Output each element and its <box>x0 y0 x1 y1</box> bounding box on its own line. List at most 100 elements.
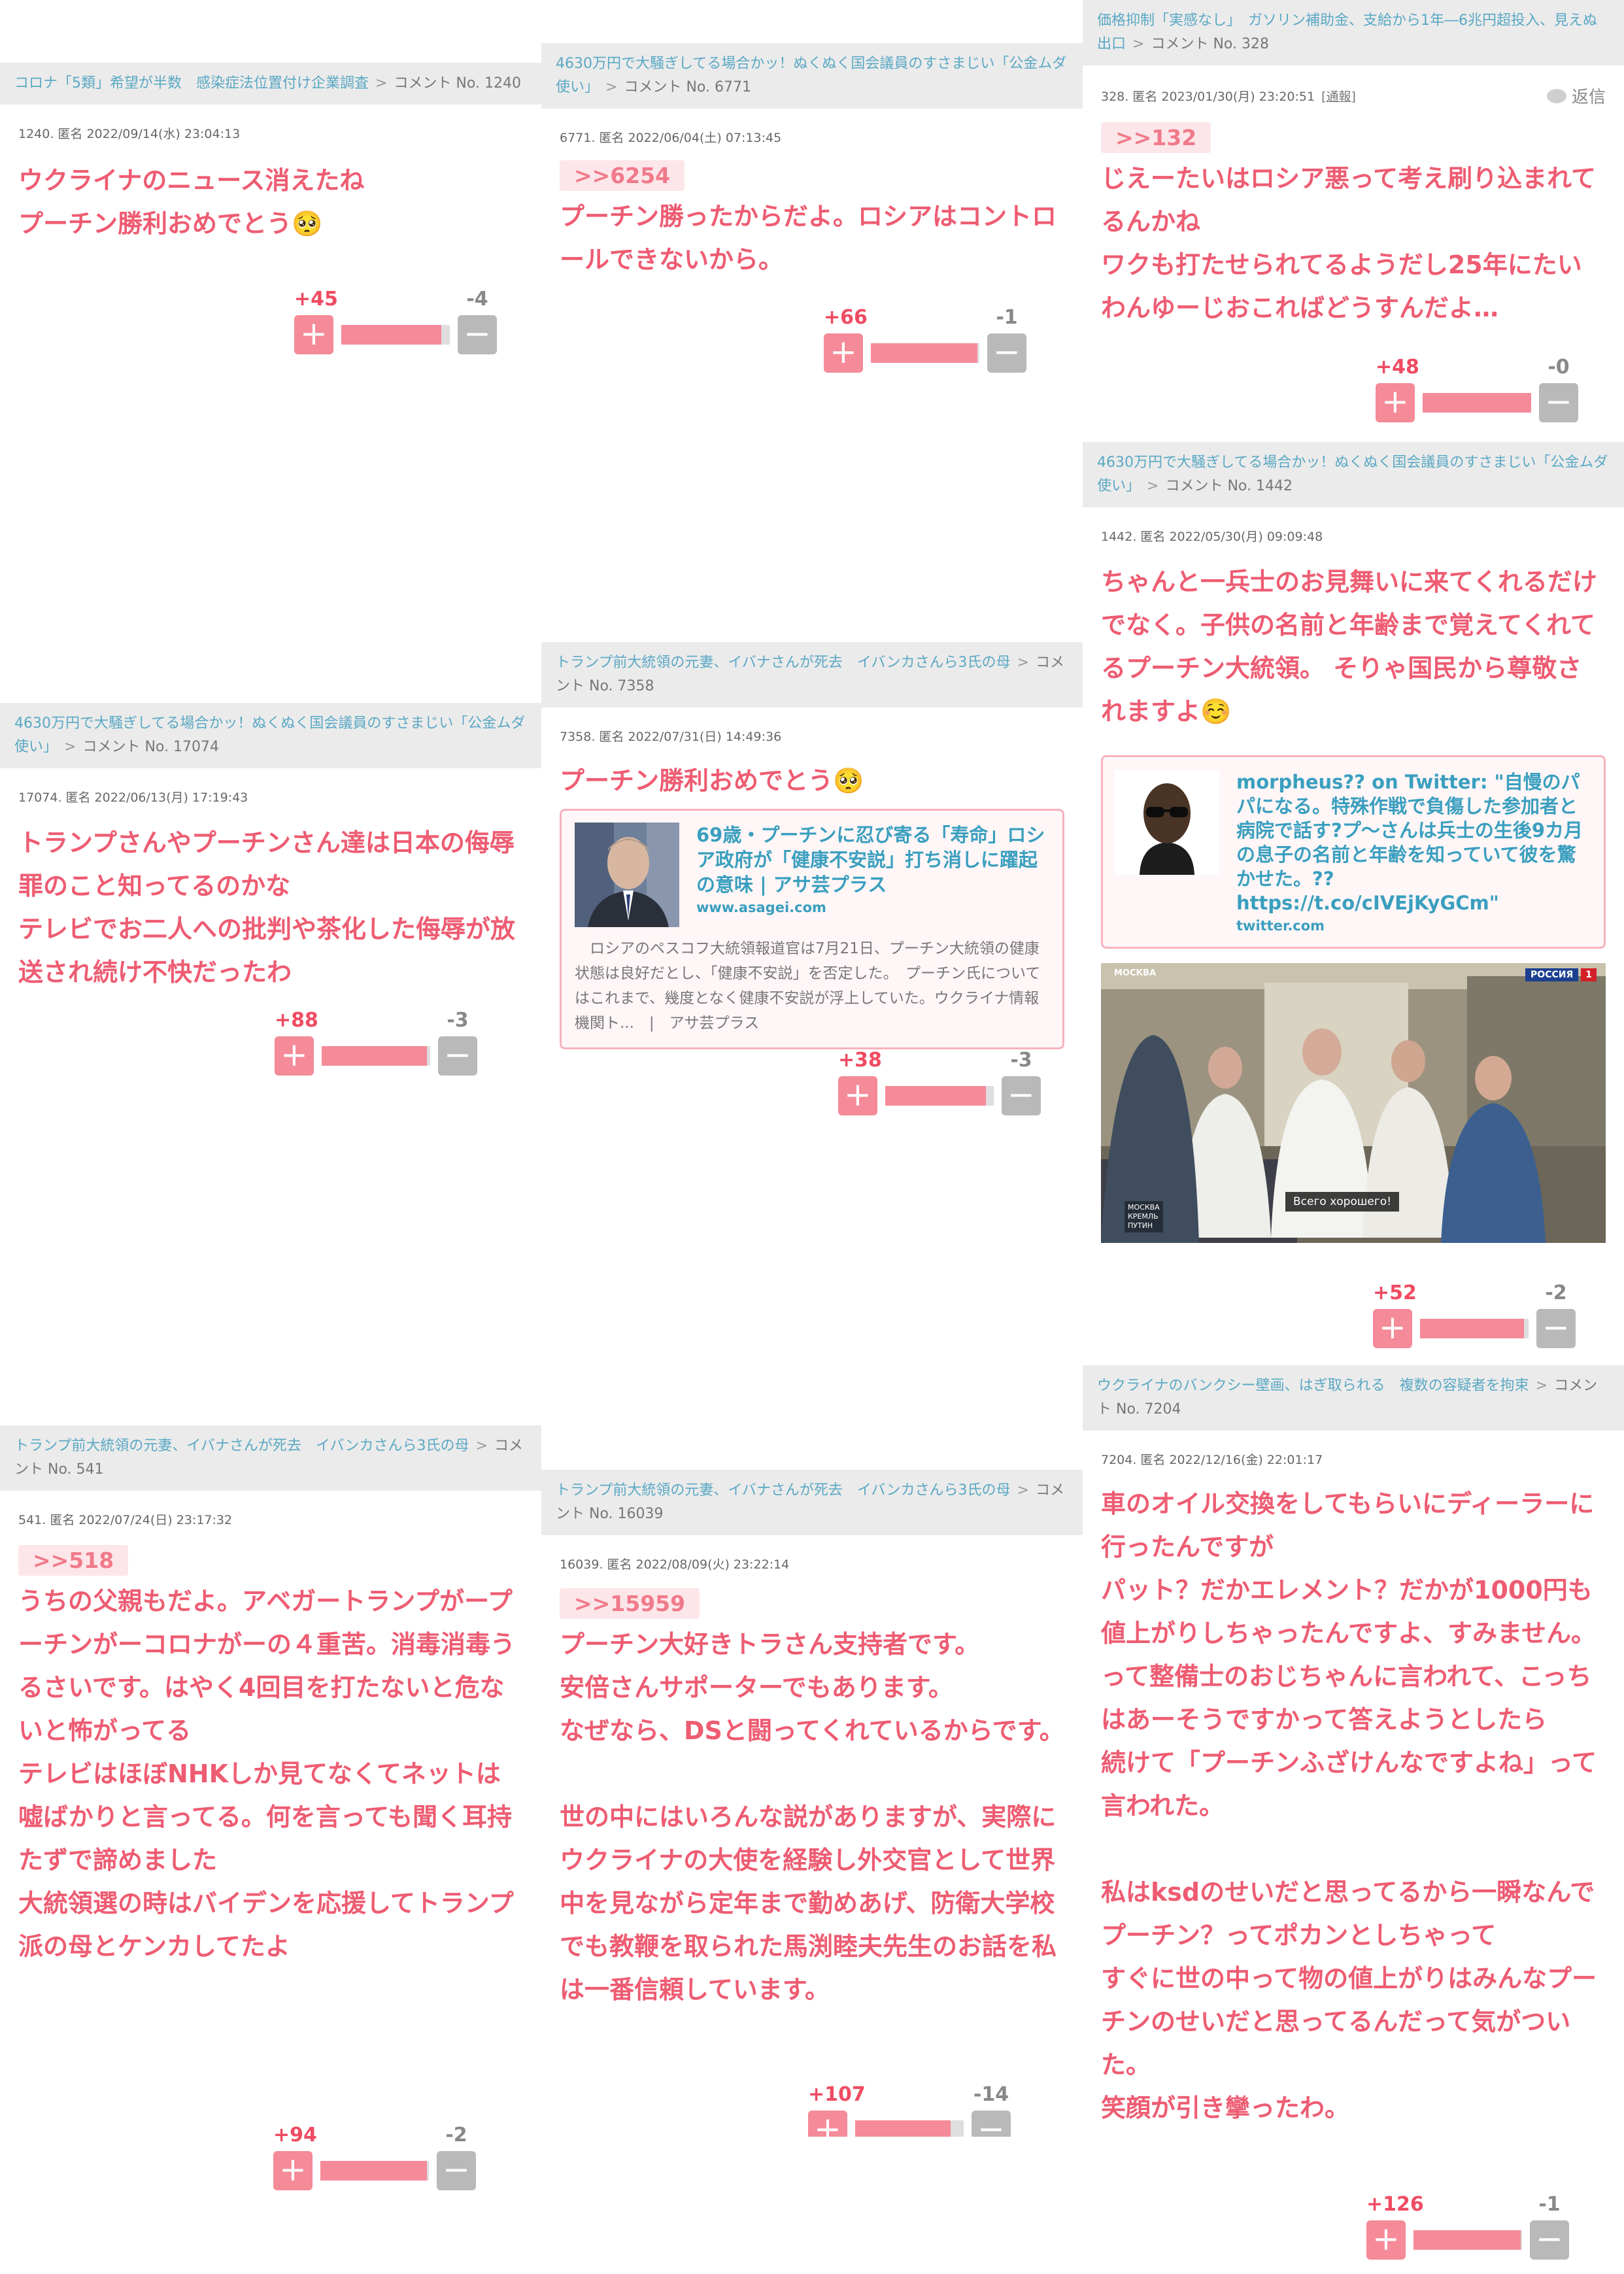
breadcrumb-separator: > <box>1132 36 1145 52</box>
plus-button[interactable]: + <box>275 1036 314 1076</box>
reply-anchor-link[interactable]: >>6254 <box>560 160 685 191</box>
topic-link[interactable]: トランプ前大統領の元妻、イバナさんが死去 イバンカさんら3氏の母 <box>14 1438 469 1454</box>
comment-number: コメント No. 1442 <box>1165 478 1293 494</box>
vote-widget: +48 -0 + − <box>1376 356 1578 428</box>
news-photo[interactable]: МОСКВА РОССИЯ 1 МОСКВА КРЕМЛЬ ПУТИН Всег… <box>1101 963 1606 1243</box>
comment-card: トランプ前大統領の元妻、イバナさんが死去 イバンカさんら3氏の母 > コメント No… <box>0 1425 541 2197</box>
plus-button[interactable]: + <box>838 1076 877 1115</box>
plus-button[interactable]: + <box>1373 1309 1412 1348</box>
vote-widget: +45 -4 + − <box>294 288 497 360</box>
vote-ratio-fill <box>885 1086 987 1106</box>
vote-ratio-fill <box>1423 393 1531 413</box>
minus-button[interactable]: − <box>972 2111 1011 2137</box>
breadcrumb-separator: > <box>1535 1378 1548 1394</box>
plus-count: +52 <box>1373 1281 1417 1304</box>
vote-ratio-bar <box>1420 1319 1529 1338</box>
link-title[interactable]: morpheus?? on Twitter: "自慢のパパになる。特殊作戦で負傷… <box>1236 770 1592 915</box>
link-title[interactable]: 69歳・プーチンに忍び寄る「寿命」ロシア政府が「健康不安説」打ち消しに躍起の意味… <box>696 823 1049 897</box>
twitter-avatar <box>1115 770 1219 875</box>
comment-meta-text: 17074. 匿名 2022/06/13(月) 17:19:43 <box>18 790 248 805</box>
comment-body: トランプさんやプーチンさん達は日本の侮辱罪のこと知ってるのかな テレビでお二人へ… <box>18 828 516 987</box>
vote-ratio-bar <box>320 2161 429 2181</box>
speech-bubble-icon <box>1546 88 1566 103</box>
comment-meta: 6771. 匿名 2022/06/04(土) 07:13:45 <box>541 128 1083 146</box>
plus-button[interactable]: + <box>808 2111 847 2137</box>
topic-header: トランプ前大統領の元妻、イバナさんが死去 イバンカさんら3氏の母 > コメント No… <box>541 642 1083 707</box>
comment-card: 価格抑制「実感なし」 ガソリン補助金、支給から1年―6兆円超投入、見えぬ出口 > コ… <box>1083 0 1624 432</box>
link-description: ロシアのペスコフ大統領報道官は7月21日、プーチン大統領の健康状態は良好だとし、… <box>575 940 1041 1032</box>
minus-count: -3 <box>1010 1049 1032 1072</box>
subtitle-caption: Всего хорошего! <box>1285 1192 1400 1212</box>
reply-anchor-link[interactable]: >>518 <box>18 1545 129 1576</box>
minus-button[interactable]: − <box>1530 2220 1569 2260</box>
minus-button[interactable]: − <box>1002 1076 1041 1115</box>
plus-count: +66 <box>824 306 868 329</box>
minus-button[interactable]: − <box>438 1036 477 1076</box>
comment-number: コメント No. 6771 <box>624 79 751 95</box>
avatar-image <box>1115 770 1219 875</box>
comment-meta: 1240. 匿名 2022/09/14(水) 23:04:13 <box>0 124 541 142</box>
comment-body: プーチン勝ったからだよ。ロシアはコントロールできないから。 <box>560 202 1057 274</box>
plus-button[interactable]: + <box>273 2151 313 2190</box>
reply-anchor-link[interactable]: >>15959 <box>560 1588 700 1619</box>
comment-meta: 7204. 匿名 2022/12/16(金) 22:01:17 <box>1083 1450 1624 1468</box>
vote-widget: +126 -1 + − <box>1366 2193 1569 2265</box>
comment-body: 車のオイル交換をしてもらいにディーラーに行ったんですが パット？だかエレメント？… <box>1101 1489 1597 2122</box>
topic-link[interactable]: トランプ前大統領の元妻、イバナさんが死去 イバンカさんら3氏の母 <box>556 654 1011 671</box>
comment-body: じえーたいはロシア悪って考え刷り込まれてるんかね ワクも打たせられてるようだし2… <box>1101 164 1596 322</box>
minus-button[interactable]: − <box>987 333 1026 373</box>
link-preview-card[interactable]: morpheus?? on Twitter: "自慢のパパになる。特殊作戦で負傷… <box>1101 755 1606 949</box>
report-link[interactable]: [通報] <box>1321 90 1356 104</box>
topic-link[interactable]: コロナ「5類」希望が半数 感染症法位置付け企業調査 <box>14 75 369 92</box>
minus-count: -0 <box>1548 356 1570 379</box>
minus-button[interactable]: − <box>1536 1309 1576 1348</box>
comment-meta-text: 1240. 匿名 2022/09/14(水) 23:04:13 <box>18 127 241 141</box>
vote-widget: +38 -3 + − <box>838 1049 1041 1121</box>
link-domain: twitter.com <box>1236 918 1325 934</box>
vote-widget: +94 -2 + − <box>273 2124 476 2196</box>
breadcrumb-separator: > <box>1017 654 1029 671</box>
plus-button[interactable]: + <box>1376 383 1415 422</box>
breadcrumb-separator: > <box>64 739 76 755</box>
minus-count: -3 <box>447 1009 469 1032</box>
article-thumbnail <box>575 823 679 927</box>
topic-header: 4630万円で大騒ぎしてる場合かッ！ぬくぬく国会議員のすさまじい「公金ムダ使い」… <box>1083 442 1624 507</box>
plus-button[interactable]: + <box>1366 2220 1406 2260</box>
topic-header: 4630万円で大騒ぎしてる場合かッ！ぬくぬく国会議員のすさまじい「公金ムダ使い」… <box>0 703 541 768</box>
plus-button[interactable]: + <box>824 333 863 373</box>
comment-meta: 541. 匿名 2022/07/24(日) 23:17:32 <box>0 1510 541 1528</box>
plus-count: +107 <box>808 2083 866 2106</box>
comment-meta: 7358. 匿名 2022/07/31(日) 14:49:36 <box>541 727 1083 745</box>
minus-button[interactable]: − <box>437 2151 476 2190</box>
minus-count: -1 <box>1538 2193 1561 2216</box>
topic-header: 価格抑制「実感なし」 ガソリン補助金、支給から1年―6兆円超投入、見えぬ出口 > コ… <box>1083 0 1624 65</box>
minus-button[interactable]: − <box>1539 383 1578 422</box>
comment-meta-text: 541. 匿名 2022/07/24(日) 23:17:32 <box>18 1513 233 1527</box>
comment-body: プーチン大好きトラさん支持者です。 安倍さんサポーターでもあります。 なぜなら、… <box>560 1630 1064 2004</box>
topic-header: トランプ前大統領の元妻、イバナさんが死去 イバンカさんら3氏の母 > コメント No… <box>0 1425 541 1491</box>
topic-link[interactable]: トランプ前大統領の元妻、イバナさんが死去 イバンカさんら3氏の母 <box>556 1482 1011 1499</box>
minus-button[interactable]: − <box>458 315 497 354</box>
link-domain: www.asagei.com <box>696 900 826 915</box>
comment-card: コロナ「5類」希望が半数 感染症法位置付け企業調査 > コメント No. 1240 … <box>0 63 541 379</box>
comment-card: 4630万円で大騒ぎしてる場合かッ！ぬくぬく国会議員のすさまじい「公金ムダ使い」… <box>541 43 1083 396</box>
topic-header: 4630万円で大騒ぎしてる場合かッ！ぬくぬく国会議員のすさまじい「公金ムダ使い」… <box>541 43 1083 109</box>
comment-meta-text: 6771. 匿名 2022/06/04(土) 07:13:45 <box>560 131 782 145</box>
topic-link[interactable]: ウクライナのバンクシー壁画、はぎ取られる 複数の容疑者を拘束 <box>1097 1378 1529 1394</box>
topic-header: コロナ「5類」希望が半数 感染症法位置付け企業調査 > コメント No. 1240 <box>0 63 541 105</box>
comment-meta-text: 328. 匿名 2023/01/30(月) 23:20:51 <box>1101 90 1315 104</box>
topic-header: トランプ前大統領の元妻、イバナさんが死去 イバンカさんら3氏の母 > コメント No… <box>541 1470 1083 1535</box>
reply-button[interactable]: 返信 <box>1546 84 1606 108</box>
comment-body: プーチン勝利おめでとう🥺 <box>560 766 864 795</box>
comment-card: トランプ前大統領の元妻、イバナさんが死去 イバンカさんら3氏の母 > コメント No… <box>541 642 1083 1159</box>
vote-ratio-fill <box>341 325 441 345</box>
plus-count: +126 <box>1366 2193 1424 2216</box>
minus-count: -4 <box>466 288 488 311</box>
reply-anchor-link[interactable]: >>132 <box>1101 122 1211 153</box>
reply-label: 返信 <box>1571 88 1606 107</box>
vote-ratio-fill <box>871 343 977 363</box>
plus-button[interactable]: + <box>294 315 333 354</box>
comment-body: うちの父親もだよ。アベガートランプがープーチンがーコロナがーの４重苦。消毒消毒う… <box>18 1587 516 1961</box>
link-preview-card[interactable]: 69歳・プーチンに忍び寄る「寿命」ロシア政府が「健康不安説」打ち消しに躍起の意味… <box>560 809 1064 1049</box>
vote-ratio-bar <box>855 2120 964 2137</box>
